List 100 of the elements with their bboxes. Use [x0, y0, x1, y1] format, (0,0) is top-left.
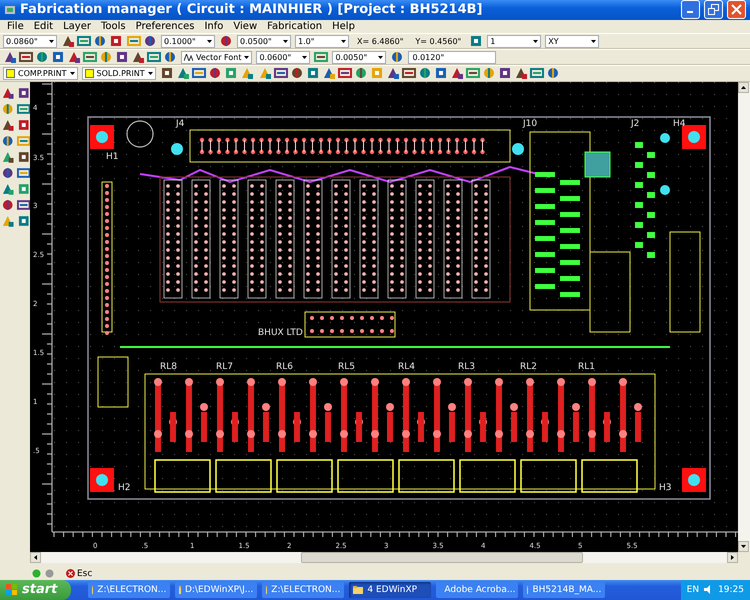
tool-icon[interactable] [498, 66, 512, 80]
tool-icon[interactable] [240, 66, 254, 80]
tool-icon[interactable] [469, 34, 484, 48]
font-dropdown[interactable]: Vector Font [181, 50, 252, 64]
tool-icon[interactable] [274, 66, 288, 80]
tool-icon[interactable] [127, 34, 141, 48]
tool-icon[interactable] [16, 214, 30, 228]
tool-icon[interactable] [61, 34, 75, 48]
tool-icon[interactable] [530, 66, 544, 80]
menu-item[interactable]: Fabrication [262, 20, 328, 32]
tool-icon[interactable] [386, 66, 400, 80]
tool-icon[interactable] [16, 166, 30, 180]
close-icon [731, 4, 742, 16]
tool-icon[interactable] [160, 66, 174, 80]
taskbar-button[interactable]: Adobe Acroba... [436, 582, 518, 598]
tool-icon[interactable] [35, 50, 49, 64]
menu-item[interactable]: View [228, 20, 262, 32]
menu-item[interactable]: Edit [28, 20, 58, 32]
tool-icon[interactable] [16, 102, 30, 116]
tool-icon[interactable] [3, 50, 17, 64]
tool-icon[interactable] [546, 66, 560, 80]
tool-icon[interactable] [19, 50, 33, 64]
taskbar-button[interactable]: BH5214B_MA... [523, 582, 606, 598]
tool-icon[interactable] [93, 34, 107, 48]
value-dropdown[interactable]: 0.0500" [237, 34, 291, 48]
tool-icon[interactable] [322, 66, 336, 80]
tool-icon[interactable] [258, 66, 272, 80]
tool-icon[interactable] [482, 66, 496, 80]
scroll-right-button[interactable] [727, 552, 738, 563]
scrollbar-thumb[interactable] [301, 552, 583, 563]
restore-button[interactable] [704, 0, 723, 20]
tool-icon[interactable] [99, 50, 113, 64]
menu-item[interactable]: Tools [96, 20, 131, 32]
tool-icon[interactable] [314, 50, 328, 64]
scroll-down-button[interactable] [738, 540, 749, 552]
tool-icon[interactable] [338, 66, 352, 80]
tool-icon[interactable] [402, 66, 416, 80]
tool-icon[interactable] [418, 66, 432, 80]
tool-icon[interactable] [1, 166, 14, 180]
tool-icon[interactable] [290, 66, 304, 80]
scroll-left-button[interactable] [30, 552, 41, 563]
tool-icon[interactable] [51, 50, 65, 64]
tool-icon[interactable] [1, 134, 14, 148]
value-dropdown[interactable]: 1 [487, 34, 542, 48]
tool-icon[interactable] [1, 182, 14, 196]
tool-icon[interactable] [466, 66, 480, 80]
tool-icon[interactable] [1, 198, 14, 212]
escape-hint: Esc [77, 568, 92, 579]
tool-icon[interactable] [143, 34, 157, 48]
tool-icon[interactable] [16, 134, 30, 148]
tool-icon[interactable] [16, 198, 30, 212]
tool-icon[interactable] [16, 86, 30, 100]
tool-icon[interactable] [434, 66, 448, 80]
tool-icon[interactable] [131, 50, 145, 64]
tool-icon[interactable] [176, 66, 190, 80]
taskbar-button[interactable]: Z:\ELECTRON... [88, 582, 170, 598]
menu-item[interactable]: Layer [58, 20, 96, 32]
tool-icon[interactable] [16, 118, 30, 132]
minimize-button[interactable] [681, 0, 700, 20]
value-dropdown[interactable]: XY [545, 34, 600, 48]
tool-icon[interactable] [354, 66, 368, 80]
menu-item[interactable]: Preferences [130, 20, 200, 32]
tool-icon[interactable] [1, 102, 14, 116]
menu-item[interactable]: File [2, 20, 29, 32]
tool-icon[interactable] [219, 34, 233, 48]
value-field[interactable]: 0.0120" [408, 50, 496, 64]
tool-icon[interactable] [67, 50, 81, 64]
tool-icon[interactable] [83, 50, 97, 64]
tool-icon[interactable] [147, 50, 161, 64]
value-dropdown[interactable]: 0.0050" [332, 50, 386, 64]
layer-dropdown[interactable]: COMP.PRINT [3, 66, 78, 80]
tool-icon[interactable] [109, 34, 123, 48]
tool-icon[interactable] [306, 66, 320, 80]
tool-icon[interactable] [16, 150, 30, 164]
menu-item[interactable]: Info [199, 20, 228, 32]
tool-icon[interactable] [192, 66, 206, 80]
tool-icon[interactable] [514, 66, 528, 80]
tool-icon[interactable] [77, 34, 91, 48]
taskbar-button[interactable]: Z:\ELECTRON... [262, 582, 344, 598]
tool-icon[interactable] [1, 86, 14, 100]
tool-icon[interactable] [1, 118, 14, 132]
close-button[interactable] [727, 0, 746, 20]
component-label: RL8 [160, 362, 177, 372]
taskbar-button[interactable]: 4 EDWinXP [349, 582, 432, 598]
value-dropdown[interactable]: 1.0" [295, 34, 349, 48]
menu-item[interactable]: Help [327, 20, 360, 32]
taskbar-button[interactable]: D:\EDWinXP\J... [175, 582, 258, 598]
value-dropdown[interactable]: 0.0860" [3, 34, 57, 48]
value-dropdown[interactable]: 0.1000" [161, 34, 215, 48]
layer-dropdown[interactable]: SOLD.PRINT [82, 66, 156, 80]
tool-icon[interactable] [1, 150, 14, 164]
tool-icon[interactable] [390, 50, 404, 64]
value-dropdown[interactable]: 0.0600" [256, 50, 310, 64]
tool-icon[interactable] [450, 66, 464, 80]
caret-icon [731, 554, 734, 560]
scroll-up-button[interactable] [738, 82, 749, 93]
tool-icon[interactable] [208, 66, 222, 80]
tool-icon[interactable] [163, 50, 177, 64]
tool-icon[interactable] [1, 214, 14, 228]
tool-icon[interactable] [115, 50, 129, 64]
